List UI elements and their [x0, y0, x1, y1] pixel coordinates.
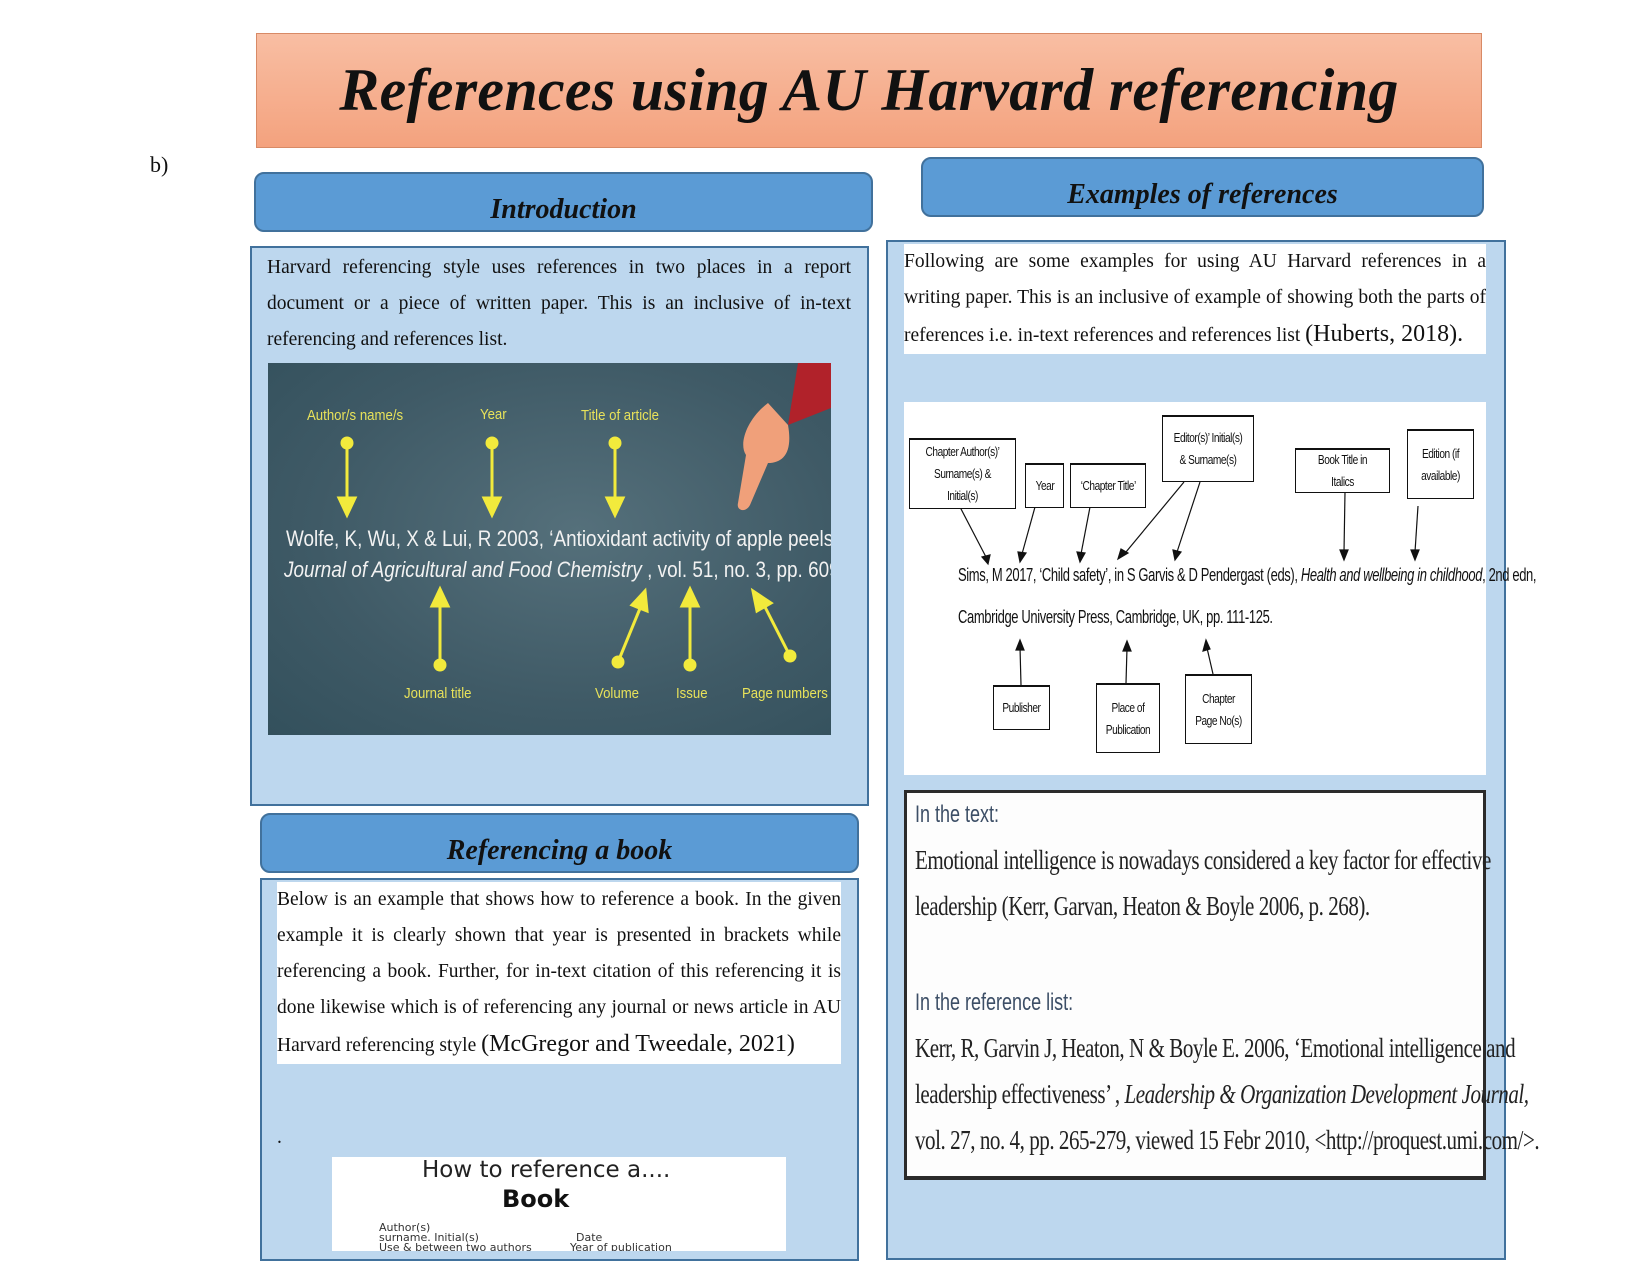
box-chapter-title: ‘Chapter Title’	[1070, 463, 1146, 508]
sleeve-shape	[788, 363, 831, 425]
in-text-heading: In the text:	[915, 801, 1000, 828]
label-article-title: Title of article	[581, 407, 660, 424]
box-chapter-pages: Chapter Page No(s)	[1185, 674, 1252, 744]
box-year: Year	[1025, 463, 1064, 508]
ref-line2-journal: Leadership & Organization Development Jo…	[1124, 1079, 1529, 1109]
pointing-hand-icon	[737, 403, 790, 511]
reference-list-heading: In the reference list:	[915, 989, 1074, 1016]
reference-list-line1: Kerr, R, Garvin J, Heaton, N & Boyle E. …	[915, 1033, 1516, 1063]
in-text-line2: leadership (Kerr, Garvan, Heaton & Boyle…	[915, 891, 1370, 921]
book-author-note: Use & between two authors	[379, 1241, 532, 1251]
examples-citation: (Huberts, 2018).	[1305, 321, 1464, 347]
introduction-heading: Introduction	[490, 194, 637, 225]
book-date-desc: Year of publication	[570, 1241, 672, 1251]
in-text-line1: Emotional intelligence is nowadays consi…	[915, 845, 1491, 875]
label-volume: Volume	[595, 685, 640, 702]
box-chapter-author: Chapter Author(s)’ Surname(s) & Initial(…	[909, 438, 1016, 509]
book-citation: (McGregor and Tweedale, 2021)	[481, 1031, 795, 1057]
question-label: b)	[150, 152, 169, 177]
journal-reference-line1: Wolfe, K, Wu, X & Lui, R 2003, ‘Antioxid…	[286, 526, 831, 551]
introduction-text: Harvard referencing style uses reference…	[267, 257, 851, 350]
in-text-and-reference-list-example: In the text: Emotional intelligence is n…	[904, 790, 1540, 1180]
chapter-reference-line2: Cambridge University Press, Cambridge, U…	[958, 607, 1273, 627]
chapter-reference-line1: Sims, M 2017, ‘Child safety’, in S Garvi…	[958, 565, 1537, 586]
label-author: Author/s name/s	[307, 407, 404, 424]
label-issue: Issue	[676, 685, 708, 702]
book-chapter-diagram: Chapter Author(s)’ Surname(s) & Initial(…	[904, 402, 1537, 775]
page-title: References using AU Harvard referencing	[339, 57, 1399, 123]
reference-list-line2: leadership effectiveness’ , Leadership &…	[915, 1079, 1529, 1110]
journal-reference-infographic: Author/s name/s Year Title of article Wo…	[268, 363, 831, 735]
book-reference-image: How to reference a.... Book Author(s) su…	[332, 1157, 786, 1251]
box-place-of-publication: Place of Publication	[1096, 683, 1160, 753]
label-page-numbers: Page numbers	[742, 685, 828, 702]
box-book-title: Book Title in Italics	[1295, 448, 1390, 493]
book-trailing-dot: .	[277, 1127, 282, 1148]
ref-line2-plain: leadership effectiveness’ ,	[915, 1079, 1125, 1109]
book-image-title: How to reference a....	[422, 1157, 671, 1183]
book-heading: Referencing a book	[446, 835, 673, 866]
chapter-ref-plain: Sims, M 2017, ‘Child safety’, in S Garvi…	[958, 565, 1301, 585]
examples-heading: Examples of references	[1067, 179, 1338, 210]
journal-reference-line2: Journal of Agricultural and Food Chemist…	[284, 557, 831, 583]
book-header: Referencing a book	[260, 813, 859, 873]
title-banner: References using AU Harvard referencing	[256, 33, 1482, 148]
reference-list-line3: vol. 27, no. 4, pp. 265-279, viewed 15 F…	[915, 1125, 1540, 1155]
journal-title-italic: Journal of Agricultural and Food Chemist…	[284, 557, 642, 582]
examples-header: Examples of references	[921, 157, 1484, 217]
introduction-header: Introduction	[254, 172, 873, 232]
chapter-ref-edition: , 2nd edn,	[1482, 565, 1537, 585]
box-editors: Editor(s)’ Initial(s) & Surname(s)	[1162, 415, 1254, 482]
chapter-ref-book-title: Health and wellbeing in childhood	[1300, 565, 1483, 585]
journal-reference-details: , vol. 51, no. 3, pp. 609-614.	[647, 557, 831, 582]
label-year: Year	[480, 406, 507, 423]
book-image-subtitle: Book	[502, 1185, 570, 1213]
box-edition: Edition (if available)	[1407, 429, 1474, 499]
box-publisher: Publisher	[993, 685, 1050, 730]
book-text: Below is an example that shows how to re…	[277, 882, 841, 1064]
examples-text: Following are some examples for using AU…	[904, 244, 1486, 354]
label-journal-title: Journal title	[404, 685, 472, 702]
